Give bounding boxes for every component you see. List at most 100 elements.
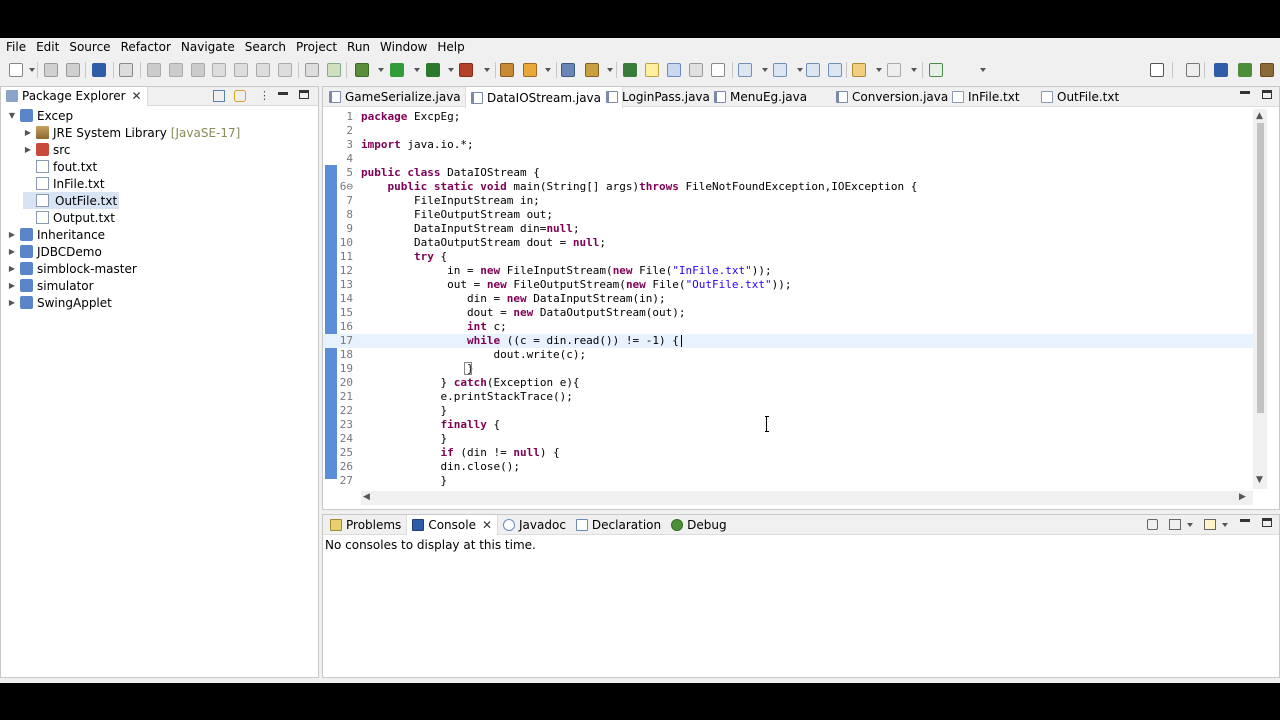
resume-icon[interactable] <box>147 63 161 77</box>
tree-item-outfile-txt[interactable]: OutFile.txt <box>23 192 120 209</box>
chevron-right-icon[interactable]: ▶ <box>7 230 17 239</box>
menu-run[interactable]: Run <box>342 38 375 57</box>
tree-item-jre-system-library[interactable]: ▶ JRE System Library [JavaSE-17] <box>23 124 240 141</box>
tree-item-infile-txt[interactable]: InFile.txt <box>23 175 105 192</box>
horizontal-scrollbar[interactable]: ◀ ▶ <box>361 491 1253 505</box>
chevron-down-icon[interactable] <box>1222 523 1228 527</box>
next-edit-icon[interactable] <box>738 63 752 77</box>
vertical-scrollbar[interactable]: ▲ ▼ <box>1253 109 1267 489</box>
tab-javadoc[interactable]: Javadoc <box>498 515 571 535</box>
toggle-block-selection-icon[interactable] <box>689 63 703 77</box>
open-type-icon[interactable] <box>561 63 575 77</box>
chevron-down-icon[interactable] <box>762 68 768 72</box>
menu-window[interactable]: Window <box>375 38 432 57</box>
close-icon[interactable]: ✕ <box>482 518 492 532</box>
minimize-icon[interactable] <box>278 92 288 95</box>
drop-frame-icon[interactable] <box>305 63 319 77</box>
link-with-editor-icon[interactable] <box>234 90 246 102</box>
chevron-down-icon[interactable] <box>414 68 420 72</box>
toggle-word-wrap-icon[interactable] <box>667 63 681 77</box>
suspend-icon[interactable] <box>169 63 183 77</box>
tree-item-inheritance[interactable]: ▶ Inheritance <box>7 226 105 243</box>
chevron-down-icon[interactable] <box>484 68 490 72</box>
coverage-icon[interactable] <box>426 63 440 77</box>
chevron-right-icon[interactable]: ▶ <box>23 145 33 154</box>
show-whitespace-icon[interactable] <box>711 63 725 77</box>
disconnect-icon[interactable] <box>212 63 226 77</box>
terminal-icon[interactable] <box>92 63 106 77</box>
chevron-down-icon[interactable] <box>545 68 551 72</box>
search-icon[interactable] <box>585 63 599 77</box>
chevron-down-icon[interactable] <box>980 68 986 72</box>
tab-outfile-txt[interactable]: OutFile.txt <box>1041 87 1119 107</box>
chevron-down-icon[interactable] <box>607 68 613 72</box>
scroll-left-icon[interactable]: ◀ <box>363 492 370 502</box>
git-perspective-icon[interactable] <box>1260 63 1274 77</box>
chevron-down-icon[interactable] <box>1187 523 1193 527</box>
open-perspective-icon[interactable] <box>1186 63 1200 77</box>
chevron-right-icon[interactable]: ▶ <box>7 264 17 273</box>
search-icon[interactable] <box>1150 63 1164 77</box>
scroll-up-icon[interactable]: ▲ <box>1256 111 1263 121</box>
debug-icon[interactable] <box>355 63 369 77</box>
chevron-down-icon[interactable] <box>29 68 35 72</box>
chevron-down-icon[interactable] <box>876 68 882 72</box>
minimize-icon[interactable] <box>1240 519 1250 522</box>
toggle-mark-occurrences-icon[interactable] <box>645 63 659 77</box>
collapse-all-icon[interactable] <box>213 90 225 102</box>
tab-dataiostream-java[interactable]: DataIOStream.java✕ <box>465 87 624 108</box>
run-icon[interactable] <box>390 63 404 77</box>
java-perspective-icon[interactable] <box>1214 63 1228 77</box>
chevron-down-icon[interactable] <box>911 68 917 72</box>
view-menu-icon[interactable]: ⋮ <box>259 89 270 102</box>
scroll-right-icon[interactable]: ▶ <box>1239 492 1246 502</box>
package-explorer-tab[interactable]: Package Explorer ✕ <box>1 86 148 106</box>
save-icon[interactable] <box>44 63 58 77</box>
menu-refactor[interactable]: Refactor <box>116 38 176 57</box>
tree-item-src[interactable]: ▶ src <box>23 141 71 158</box>
tab-menueg-java[interactable]: MenuEg.java <box>714 87 807 107</box>
step-into-icon[interactable] <box>234 63 248 77</box>
menu-edit[interactable]: Edit <box>31 38 64 57</box>
tab-declaration[interactable]: Declaration <box>571 515 666 535</box>
tree-item-simulator[interactable]: ▶ simulator <box>7 277 94 294</box>
external-tools-icon[interactable] <box>459 63 473 77</box>
menu-help[interactable]: Help <box>432 38 469 57</box>
tree-item-swingapplet[interactable]: ▶ SwingApplet <box>7 294 112 311</box>
open-console-icon[interactable] <box>1204 519 1216 530</box>
tree-item-excep[interactable]: ▼ Excep <box>7 107 73 124</box>
maximize-icon[interactable] <box>299 90 309 99</box>
tab-console[interactable]: Console ✕ <box>406 514 499 535</box>
chevron-right-icon[interactable]: ▶ <box>23 128 33 137</box>
chevron-down-icon[interactable] <box>378 68 384 72</box>
chevron-down-icon[interactable] <box>448 68 454 72</box>
maximize-icon[interactable] <box>1262 518 1272 527</box>
new-package-icon[interactable] <box>523 63 537 77</box>
tab-loginpass-java[interactable]: LoginPass.java <box>606 87 710 107</box>
terminate-icon[interactable] <box>191 63 205 77</box>
maximize-icon[interactable] <box>1262 90 1272 99</box>
scroll-down-icon[interactable]: ▼ <box>1256 475 1263 485</box>
skip-breakpoints-icon[interactable] <box>119 63 133 77</box>
tab-debug[interactable]: Debug <box>666 515 731 535</box>
chevron-right-icon[interactable]: ▶ <box>7 298 17 307</box>
use-step-filters-icon[interactable] <box>327 63 341 77</box>
display-console-icon[interactable] <box>1169 519 1181 530</box>
pin-editor-icon[interactable] <box>929 63 943 77</box>
chevron-right-icon[interactable]: ▶ <box>7 247 17 256</box>
save-all-icon[interactable] <box>66 63 80 77</box>
tree-item-jdbcdemo[interactable]: ▶ JDBCDemo <box>7 243 102 260</box>
navigate-forward-icon[interactable] <box>887 63 901 77</box>
chevron-right-icon[interactable]: ▶ <box>7 281 17 290</box>
tree-item-output-txt[interactable]: Output.txt <box>23 209 115 226</box>
step-over-icon[interactable] <box>256 63 270 77</box>
menu-search[interactable]: Search <box>240 38 291 57</box>
debug-perspective-icon[interactable] <box>1238 63 1252 77</box>
new-icon[interactable] <box>9 63 23 77</box>
step-return-icon[interactable] <box>278 63 292 77</box>
tree-item-fout-txt[interactable]: fout.txt <box>23 158 97 175</box>
menu-source[interactable]: Source <box>64 38 115 57</box>
code-area[interactable]: 1 package ExcpEg; 2 3 import java.io.*; 4 5 pub… <box>323 109 1253 489</box>
menu-project[interactable]: Project <box>291 38 342 57</box>
previous-edit-icon[interactable] <box>773 63 787 77</box>
